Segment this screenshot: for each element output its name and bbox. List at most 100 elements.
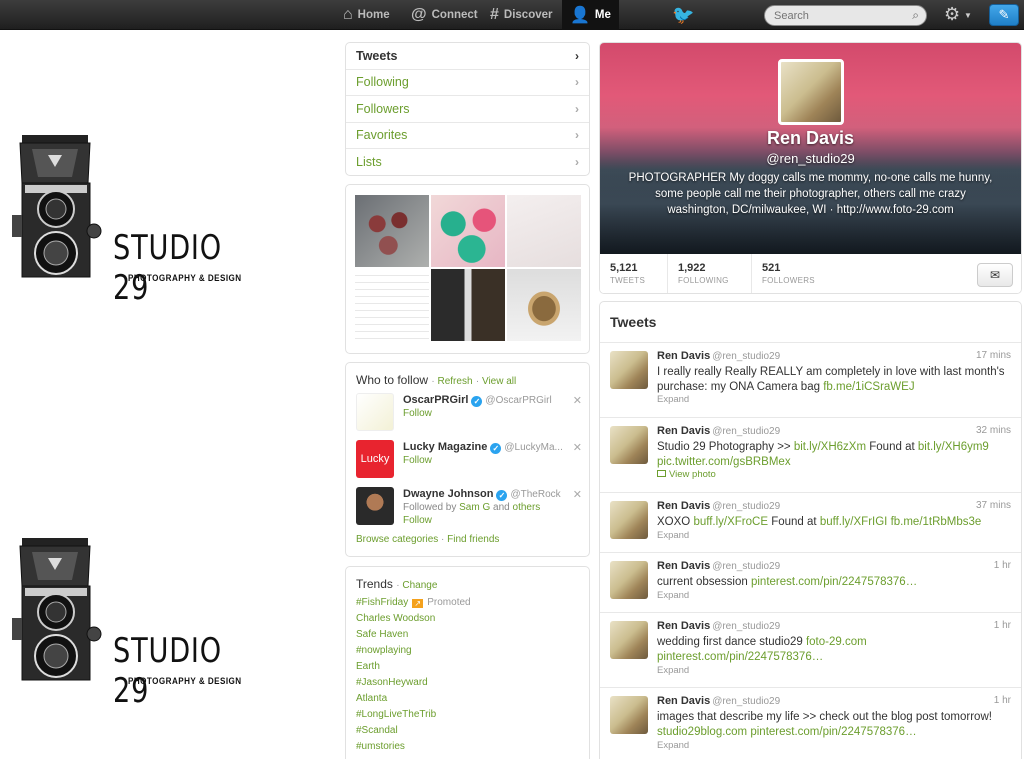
follow-link[interactable]: Follow [403,455,432,466]
tweet-avatar[interactable] [610,561,648,599]
tweet-link[interactable]: bit.ly/XH6ym9 [918,441,989,453]
view-photo-link[interactable]: View photo [657,469,716,480]
search-input[interactable] [774,9,909,22]
tweet-item[interactable]: Ren Davis @ren_studio29 1 hr current obse… [600,553,1021,613]
refresh-link[interactable]: Refresh [437,376,472,387]
trend-item[interactable]: #LongLiveTheTrib [356,709,436,720]
change-trends-link[interactable]: Change [402,580,437,591]
expand-link[interactable]: Expand [657,590,689,601]
tweet-link[interactable]: pinterest.com/pin/2247578376… [751,576,917,588]
suggestion-name[interactable]: Dwayne Johnson ✓ @TheRock [403,488,561,501]
media-thumbnail[interactable] [355,269,429,341]
trend-item[interactable]: #umstories [356,741,405,752]
tweet-author[interactable]: Ren Davis @ren_studio29 [657,425,780,437]
nav-connect[interactable]: @ Connect [411,0,478,30]
dismiss-icon[interactable]: ✕ [573,394,582,407]
tweet-link[interactable]: pinterest.com/pin/2247578376… [750,726,916,738]
trend-item[interactable]: #FishFriday ↗ Promoted [356,597,471,608]
tweet-item[interactable]: Ren Davis @ren_studio29 37 mins XOXO buff… [600,493,1021,553]
tweet-timestamp[interactable]: 1 hr [994,620,1011,631]
profile-nav-favorites[interactable]: Favorites › [346,123,589,149]
browse-categories-link[interactable]: Browse categories [356,534,438,545]
avatar[interactable]: Lucky [356,440,394,478]
twitter-bird-icon[interactable]: 🐦 [672,5,694,26]
compose-tweet-button[interactable]: ✎ [989,4,1019,26]
caret-down-icon[interactable]: ▼ [964,11,972,20]
tweet-author[interactable]: Ren Davis @ren_studio29 [657,620,780,632]
trend-item[interactable]: Atlanta [356,693,387,704]
tweet-avatar[interactable] [610,696,648,734]
nav-discover[interactable]: # Discover [490,0,553,30]
profile-avatar[interactable] [778,59,844,125]
nav-me[interactable]: 👤 Me [562,0,619,30]
tweet-timestamp[interactable]: 32 mins [976,425,1011,436]
tweet-item[interactable]: Ren Davis @ren_studio29 17 mins I really … [600,343,1021,418]
tweet-link[interactable]: buff.ly/XFroCE [693,516,768,528]
tweet-link[interactable]: studio29blog.com [657,726,747,738]
tweet-item[interactable]: Ren Davis @ren_studio29 32 mins Studio 29… [600,418,1021,493]
suggestion-name[interactable]: Lucky Magazine ✓ @LuckyMa... [403,441,563,454]
tweet-link[interactable]: buff.ly/XFrIGI [820,516,888,528]
media-thumbnail[interactable] [431,195,505,267]
tweet-timestamp[interactable]: 1 hr [994,695,1011,706]
media-thumbnail[interactable] [507,195,581,267]
trend-item[interactable]: #JasonHeyward [356,677,428,688]
tweet-link[interactable]: fb.me/1iCSraWEJ [823,381,914,393]
tweet-author[interactable]: Ren Davis @ren_studio29 [657,560,780,572]
tweet-avatar[interactable] [610,501,648,539]
follow-link[interactable]: Follow [403,408,432,419]
trend-item[interactable]: Earth [356,661,380,672]
view-all-link[interactable]: View all [482,376,516,387]
avatar[interactable] [356,487,394,525]
context-user-link[interactable]: Sam G [459,502,490,513]
direct-message-button[interactable]: ✉ [977,263,1013,287]
media-thumbnail[interactable] [355,195,429,267]
avatar[interactable] [356,393,394,431]
profile-nav-lists[interactable]: Lists › [346,149,589,175]
dismiss-icon[interactable]: ✕ [573,488,582,501]
expand-link[interactable]: Expand [657,394,689,405]
tweet-link[interactable]: foto-29.com [806,636,867,648]
tweet-timestamp[interactable]: 37 mins [976,500,1011,511]
expand-link[interactable]: Expand [657,665,689,676]
tweet-timestamp[interactable]: 17 mins [976,350,1011,361]
search-box[interactable]: ⌕ [764,5,927,26]
tweet-link[interactable]: fb.me/1tRbMbs3e [891,516,982,528]
trend-item[interactable]: #Scandal [356,725,398,736]
media-thumbnail[interactable] [507,269,581,341]
tweet-item[interactable]: Ren Davis @ren_studio29 1 hr wedding firs… [600,613,1021,688]
tweet-author[interactable]: Ren Davis @ren_studio29 [657,350,780,362]
follow-link[interactable]: Follow [403,515,432,526]
profile-nav-tweets[interactable]: Tweets › [346,43,589,70]
tweet-author-handle: @ren_studio29 [712,351,781,362]
search-icon[interactable]: ⌕ [912,8,919,23]
tweet-timestamp[interactable]: 1 hr [994,560,1011,571]
tweet-avatar[interactable] [610,621,648,659]
stat-tweets[interactable]: 5,121 TWEETS [600,254,668,293]
dismiss-icon[interactable]: ✕ [573,441,582,454]
gear-icon[interactable]: ⚙ [944,4,960,25]
media-thumbnail[interactable] [431,269,505,341]
trend-item[interactable]: Charles Woodson [356,613,435,624]
expand-link[interactable]: Expand [657,740,689,751]
expand-link[interactable]: Expand [657,530,689,541]
trend-item[interactable]: Safe Haven [356,629,408,640]
profile-nav-following[interactable]: Following › [346,70,589,96]
tweet-avatar[interactable] [610,426,648,464]
trend-item[interactable]: #nowplaying [356,645,412,656]
suggestion-name[interactable]: OscarPRGirl ✓ @OscarPRGirl [403,394,552,407]
tweet-link[interactable]: pinterest.com/pin/2247578376… [657,651,823,663]
tweet-avatar[interactable] [610,351,648,389]
tweet-link[interactable]: bit.ly/XH6zXm [794,441,866,453]
stat-followers[interactable]: 521 FOLLOWERS [752,254,836,293]
context-others-link[interactable]: others [513,502,541,513]
profile-url-link[interactable]: http://www.foto-29.com [837,204,954,216]
profile-nav-followers[interactable]: Followers › [346,96,589,123]
tweet-author[interactable]: Ren Davis @ren_studio29 [657,500,780,512]
tweet-item[interactable]: Ren Davis @ren_studio29 1 hr images that … [600,688,1021,759]
find-friends-link[interactable]: Find friends [447,534,499,545]
tweet-link[interactable]: pic.twitter.com/gsBRBMex [657,456,791,468]
stat-following[interactable]: 1,922 FOLLOWING [668,254,752,293]
tweet-author[interactable]: Ren Davis @ren_studio29 [657,695,780,707]
nav-home[interactable]: ⌂ Home [343,0,390,30]
